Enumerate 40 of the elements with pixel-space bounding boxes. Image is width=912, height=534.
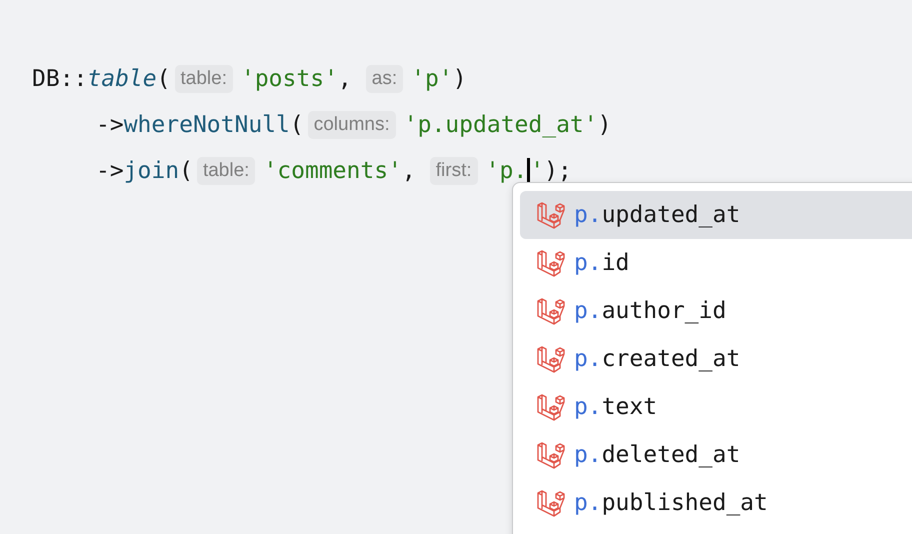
- parameter-hint: columns:: [308, 111, 396, 139]
- parameter-hint: first:: [430, 157, 478, 185]
- code-token: DB::: [32, 66, 88, 92]
- completion-item[interactable]: p.text: [520, 383, 912, 431]
- code-token: ,: [338, 66, 352, 92]
- code-token: (: [290, 112, 304, 138]
- code-token: ): [452, 66, 467, 92]
- parameter-hint: as:: [366, 65, 404, 93]
- completion-item[interactable]: p.published_at: [520, 479, 912, 527]
- cube-stack-icon: [536, 200, 566, 230]
- text-cursor: [527, 158, 530, 184]
- parameter-hint: table:: [196, 157, 256, 185]
- code-token: (: [156, 66, 170, 92]
- cube-stack-icon: [536, 296, 566, 326]
- string-literal: 'p.updated_at': [404, 112, 598, 138]
- cube-stack-icon: [536, 440, 566, 470]
- parameter-hint: table:: [174, 65, 233, 93]
- code-token: ,: [402, 158, 416, 184]
- cube-stack-icon: [536, 344, 566, 374]
- completion-item[interactable]: p.created_at: [520, 335, 912, 383]
- method-name: whereNotNull: [124, 112, 290, 138]
- completion-item[interactable]: p.updated_at: [520, 191, 912, 239]
- method-name: join: [124, 158, 180, 184]
- completion-item[interactable]: p.author_id: [520, 287, 912, 335]
- string-literal: 'posts': [240, 66, 338, 92]
- cube-stack-icon: [536, 392, 566, 422]
- code-token: ): [598, 112, 612, 138]
- string-literal: 'p': [411, 66, 453, 92]
- code-token: );: [544, 158, 572, 184]
- string-literal: 'p.: [486, 158, 528, 184]
- code-token: ->: [96, 112, 124, 138]
- completion-item[interactable]: p.id: [520, 239, 912, 287]
- method-name: table: [87, 66, 157, 92]
- code-token: ->: [96, 158, 124, 184]
- string-literal: 'comments': [263, 158, 402, 184]
- cube-stack-icon: [536, 248, 566, 278]
- code-token: (: [179, 158, 193, 184]
- string-literal: ': [530, 158, 544, 184]
- cube-stack-icon: [536, 488, 566, 518]
- completion-item[interactable]: p.deleted_at: [520, 431, 912, 479]
